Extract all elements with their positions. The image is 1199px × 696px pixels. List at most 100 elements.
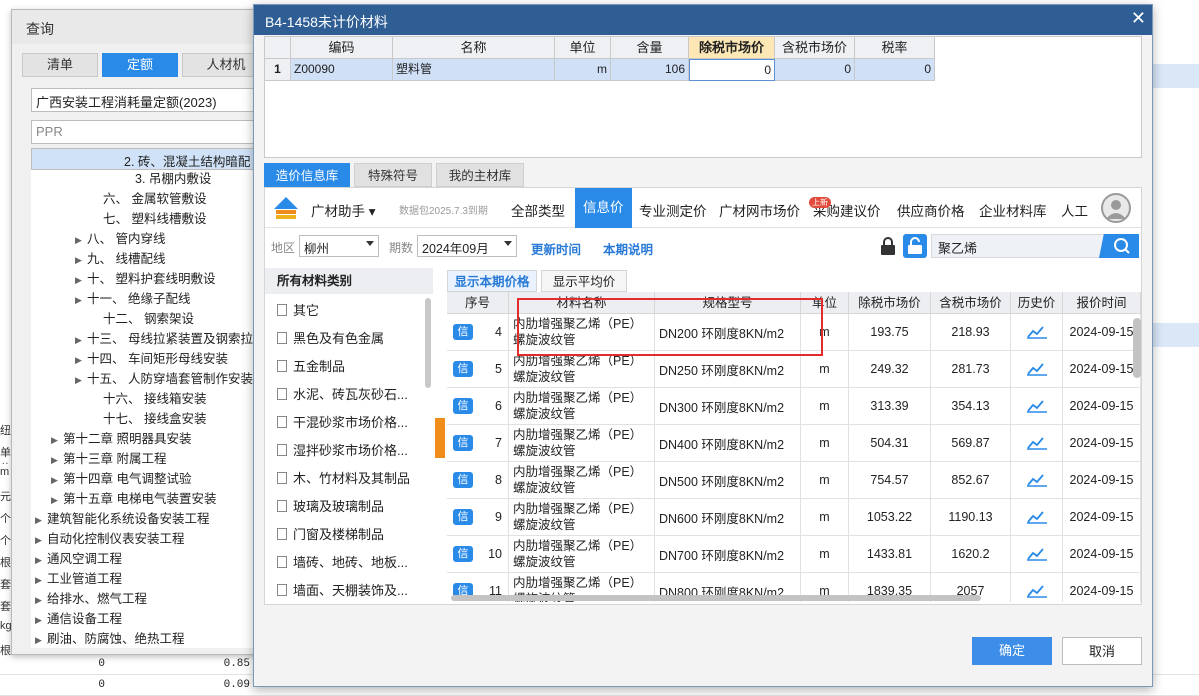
nav-info-price[interactable]: 信息价 <box>575 188 632 228</box>
tree-item[interactable]: ▶ 十三、 母线拉紧装置及钢索拉 <box>31 328 271 348</box>
tree-expand-icon[interactable]: ▶ <box>35 555 47 566</box>
tree-expand-icon[interactable]: ▶ <box>35 635 47 646</box>
tree-expand-icon[interactable]: ▶ <box>51 475 63 486</box>
history-price-cell[interactable] <box>1011 425 1063 462</box>
table-cell-ex[interactable]: 1433.81 <box>849 536 931 573</box>
tree-item[interactable]: ▶ 通信设备工程 <box>31 608 271 628</box>
tree-expand-icon[interactable]: ▶ <box>35 575 47 586</box>
table-cell-unit[interactable]: m <box>801 536 849 573</box>
table-cell-name[interactable]: 内肋增强聚乙烯（PE）螺旋波纹管 <box>509 351 655 388</box>
table-cell-spec[interactable]: DN700 环刚度8KN/m2 <box>655 536 801 573</box>
nav-enterprise-library[interactable]: 企业材料库 <box>979 200 1047 220</box>
table-cell-name[interactable]: 内肋增强聚乙烯（PE）螺旋波纹管 <box>509 462 655 499</box>
tree-item[interactable]: ▶ 通风空调工程 <box>31 548 271 568</box>
brand-menu[interactable]: 广材助手 ▾ <box>311 200 376 220</box>
trend-chart-icon[interactable] <box>1026 325 1047 339</box>
table-cell-spec[interactable]: DN250 环刚度8KN/m2 <box>655 351 801 388</box>
tab-current-price[interactable]: 显示本期价格 <box>447 270 537 292</box>
table-cell-date[interactable]: 2024-09-15 <box>1063 425 1141 462</box>
table-cell-ex[interactable]: 504.31 <box>849 425 931 462</box>
grid-cell-tax[interactable]: 0 <box>855 59 935 81</box>
row-number-cell[interactable]: 信4 <box>447 314 509 351</box>
tree-item[interactable]: 十六、 接线箱安装 <box>31 388 271 408</box>
tree-item[interactable]: ▶ 十五、 人防穿墙套管制作安装 <box>31 368 271 388</box>
row-number-cell[interactable]: 信6 <box>447 388 509 425</box>
table-cell-spec[interactable]: DN300 环刚度8KN/m2 <box>655 388 801 425</box>
nav-labor[interactable]: 人工 <box>1061 200 1088 220</box>
table-cell-ex[interactable]: 193.75 <box>849 314 931 351</box>
row-number-cell[interactable]: 信8 <box>447 462 509 499</box>
category-item[interactable]: 湿拌砂浆市场价格... <box>277 440 427 462</box>
nav-market-price[interactable]: 广材网市场价 <box>719 200 800 220</box>
period-note-link[interactable]: 本期说明 <box>603 239 653 258</box>
category-item[interactable]: 水泥、砖瓦灰砂石... <box>277 384 427 406</box>
row-number-cell[interactable]: 信7 <box>447 425 509 462</box>
tab-special-symbols[interactable]: 特殊符号 <box>354 163 432 187</box>
table-cell-name[interactable]: 内肋增强聚乙烯（PE）螺旋波纹管 <box>509 388 655 425</box>
tab-my-materials[interactable]: 我的主材库 <box>436 163 524 187</box>
category-item[interactable]: 黑色及有色金属 <box>277 328 427 350</box>
table-cell-unit[interactable]: m <box>801 462 849 499</box>
trend-chart-icon[interactable] <box>1026 436 1047 450</box>
tree-item[interactable]: ▶ 第十三章 附属工程 <box>31 448 271 468</box>
category-item[interactable]: 门窗及楼梯制品 <box>277 524 427 546</box>
unlock-icon[interactable] <box>903 234 927 258</box>
tree-item[interactable]: ▶ 十、 塑料护套线明敷设 <box>31 268 271 288</box>
tree-item[interactable]: ▶ 八、 管内穿线 <box>31 228 271 248</box>
tree-item[interactable]: ▶ 建筑智能化系统设备安装工程 <box>31 508 271 528</box>
tree-expand-icon[interactable]: ▶ <box>75 335 87 346</box>
tree-expand-icon[interactable]: ▶ <box>75 275 87 286</box>
history-price-cell[interactable] <box>1011 351 1063 388</box>
material-search-input[interactable]: 聚乙烯 <box>931 234 1105 258</box>
table-cell-ex[interactable]: 754.57 <box>849 462 931 499</box>
trend-chart-icon[interactable] <box>1026 584 1047 598</box>
table-cell-name[interactable]: 内肋增强聚乙烯（PE）螺旋波纹管 <box>509 425 655 462</box>
table-cell-in[interactable]: 569.87 <box>931 425 1011 462</box>
table-vertical-scrollbar[interactable] <box>1133 318 1141 378</box>
tree-expand-icon[interactable]: ▶ <box>51 495 63 506</box>
table-cell-unit[interactable]: m <box>801 425 849 462</box>
avatar-icon[interactable] <box>1101 193 1131 223</box>
tree-item[interactable]: 六、 金属软管敷设 <box>31 188 271 208</box>
tree-expand-icon[interactable]: ▶ <box>35 615 47 626</box>
grid-cell-unit[interactable]: m <box>555 59 611 81</box>
tree-item[interactable]: 2. 砖、混凝土结构暗配 <box>31 148 271 170</box>
update-time-link[interactable]: 更新时间 <box>531 239 581 258</box>
table-cell-in[interactable]: 1190.13 <box>931 499 1011 536</box>
table-cell-spec[interactable]: DN600 环刚度8KN/m2 <box>655 499 801 536</box>
tree-expand-icon[interactable]: ▶ <box>75 355 87 366</box>
tree-item[interactable]: ▶ 九、 线槽配线 <box>31 248 271 268</box>
trend-chart-icon[interactable] <box>1026 473 1047 487</box>
ok-button[interactable]: 确定 <box>972 637 1052 665</box>
tree-expand-icon[interactable]: ▶ <box>75 235 87 246</box>
tree-expand-icon[interactable]: ▶ <box>75 295 87 306</box>
library-select[interactable]: 广西安装工程消耗量定额(2023) <box>31 88 271 112</box>
table-cell-date[interactable]: 2024-09-15 <box>1063 388 1141 425</box>
tab-average-price[interactable]: 显示平均价 <box>541 270 627 292</box>
tree-item[interactable]: ▶ 第十二章 照明器具安装 <box>31 428 271 448</box>
tree-item[interactable]: 七、 塑料线槽敷设 <box>31 208 271 228</box>
table-cell-name[interactable]: 内肋增强聚乙烯（PE）螺旋波纹管 <box>509 536 655 573</box>
category-item[interactable]: 干混砂浆市场价格... <box>277 412 427 434</box>
table-cell-in[interactable]: 1620.2 <box>931 536 1011 573</box>
table-cell-ex[interactable]: 249.32 <box>849 351 931 388</box>
table-cell-date[interactable]: 2024-09-15 <box>1063 536 1141 573</box>
grid-cell-price-in-tax[interactable]: 0 <box>775 59 855 81</box>
table-cell-date[interactable]: 2024-09-15 <box>1063 351 1141 388</box>
tree-item[interactable]: ▶ 刷油、防腐蚀、绝热工程 <box>31 628 271 648</box>
tab-quota[interactable]: 定额 <box>102 53 178 77</box>
tree-item[interactable]: ▶ 给排水、燃气工程 <box>31 588 271 608</box>
table-cell-spec[interactable]: DN400 环刚度8KN/m2 <box>655 425 801 462</box>
table-cell-ex[interactable]: 1053.22 <box>849 499 931 536</box>
history-price-cell[interactable] <box>1011 536 1063 573</box>
row-number-cell[interactable]: 信5 <box>447 351 509 388</box>
grid-cell-price-ex-tax[interactable]: 0 <box>689 59 775 81</box>
tab-list[interactable]: 清单 <box>22 53 98 77</box>
table-cell-date[interactable]: 2024-09-15 <box>1063 462 1141 499</box>
tree-item[interactable]: ▶ 十一、 绝缘子配线 <box>31 288 271 308</box>
nav-professional-price[interactable]: 专业测定价 <box>639 200 707 220</box>
period-select[interactable]: 2024年09月 <box>417 235 517 257</box>
table-cell-in[interactable]: 218.93 <box>931 314 1011 351</box>
search-input[interactable]: PPR <box>31 120 271 144</box>
table-cell-in[interactable]: 852.67 <box>931 462 1011 499</box>
